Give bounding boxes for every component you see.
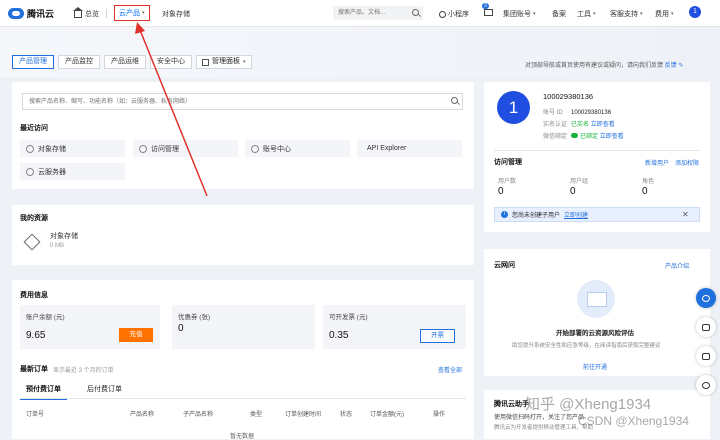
csdn-watermark: CSDN @Xheng1934: [578, 414, 689, 428]
annotation-arrow: [135, 22, 208, 197]
zhihu-watermark: 知乎 @Xheng1934: [525, 396, 652, 413]
